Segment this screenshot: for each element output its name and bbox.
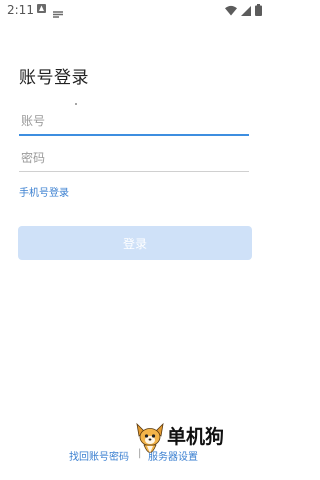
notification-b-icon — [52, 4, 64, 18]
account-field-container — [19, 108, 249, 136]
password-input[interactable] — [19, 145, 249, 171]
login-button[interactable]: 登录 — [18, 226, 252, 260]
account-input[interactable] — [19, 108, 249, 134]
dog-mascot-icon — [133, 420, 167, 464]
status-time: 2:11 — [7, 3, 34, 17]
decorative-dot — [75, 103, 77, 105]
watermark: 单机狗 — [133, 420, 224, 464]
battery-icon — [255, 1, 262, 20]
wifi-icon — [225, 1, 237, 20]
phone-login-link[interactable]: 手机号登录 — [19, 184, 69, 199]
watermark-text: 单机狗 — [167, 426, 225, 448]
find-account-link[interactable]: 找回账号密码 — [69, 448, 129, 463]
page-title: 账号登录 — [19, 68, 89, 88]
notification-a-icon — [37, 4, 46, 13]
cellular-signal-icon — [241, 1, 251, 20]
status-icons — [225, 3, 262, 16]
status-bar: 2:11 — [0, 0, 270, 22]
login-screen: 2:11 账号登录 账号 手机号登录 登录 找回账号密码 | 服务器设置 单机狗 — [0, 0, 270, 480]
password-field-container — [19, 145, 249, 172]
